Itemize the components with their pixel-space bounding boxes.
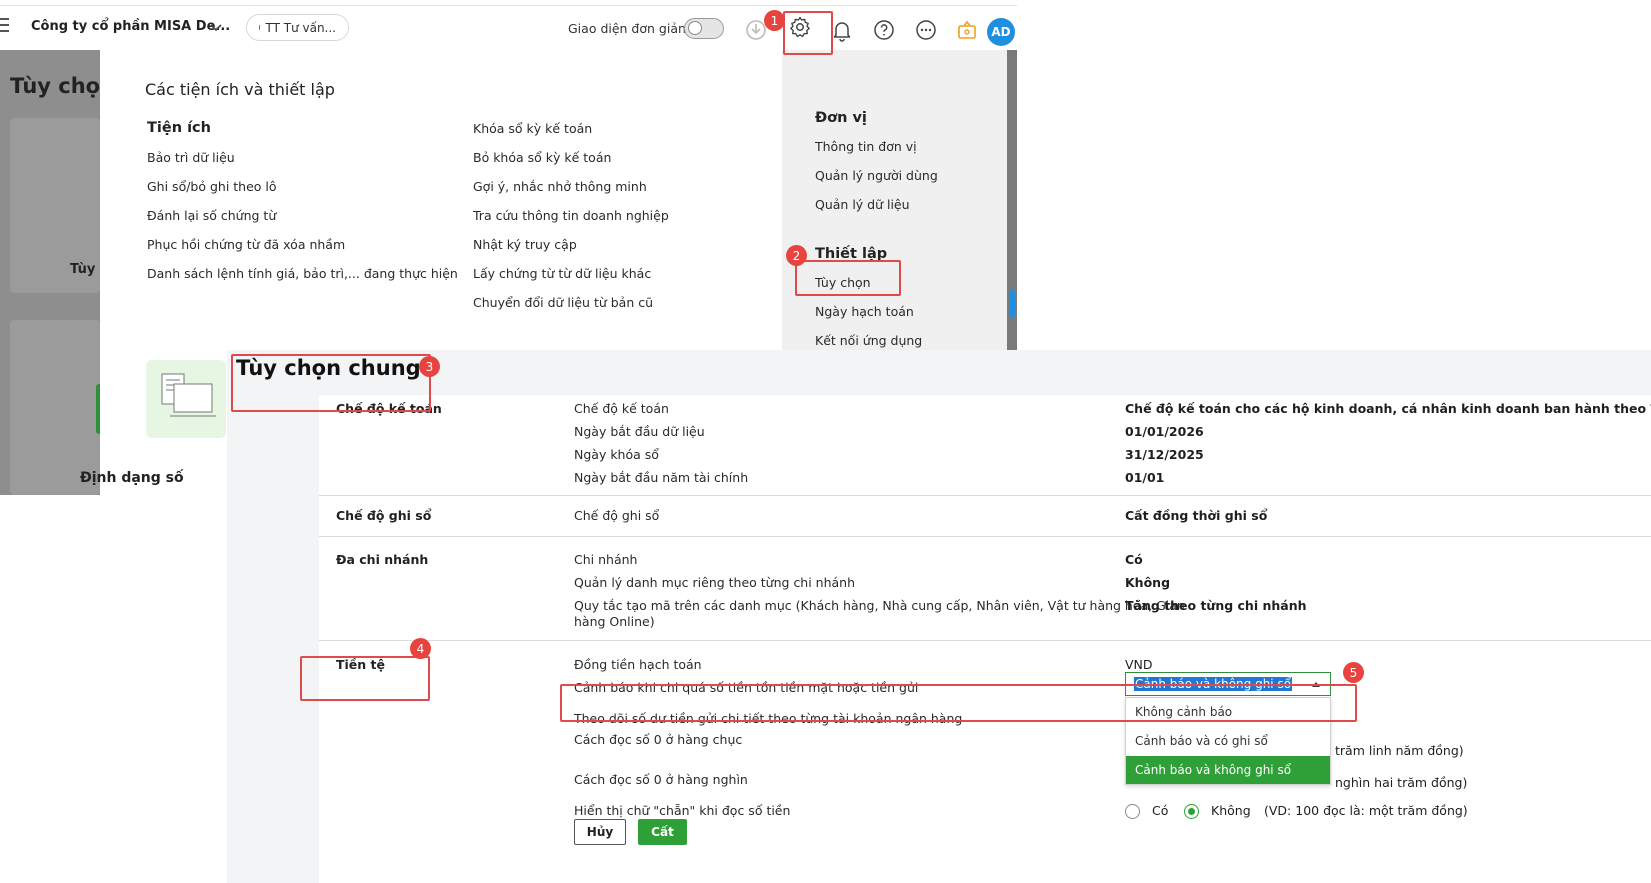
option-hint: trăm linh năm đồng) [1335,743,1464,758]
select-value: Cảnh báo và không ghi sổ [1134,677,1293,691]
option-hint: (VD: 100 đọc là: một trăm đồng) [1264,803,1468,818]
divider [319,495,1651,496]
cash-warning-select[interactable]: Cảnh báo và không ghi sổ [1125,672,1331,696]
utilities-heading: Tiện ích [147,120,211,136]
page-title: Tùy chọn chung [236,356,421,380]
settings-side-panel: Đơn vị Thông tin đơn vị Quản lý người dù… [782,50,1007,350]
chevron-down-icon[interactable] [208,19,224,35]
option-name: Cách đọc số 0 ở hàng nghìn [574,772,748,787]
option-name: Đồng tiền hạch toán [574,657,702,672]
option-name: Chế độ ghi sổ [574,508,660,523]
menu-link[interactable]: Khóa sổ kỳ kế toán [473,121,592,136]
menu-link[interactable]: Bỏ khóa sổ kỳ kế toán [473,150,611,165]
radio-label: Có [1152,803,1169,818]
radio-no[interactable] [1184,804,1199,819]
simple-ui-label: Giao diện đơn giản [568,21,686,36]
option-name: Chế độ kế toán [574,401,669,416]
step-badge: 5 [1343,662,1364,683]
divider [319,640,1651,641]
option-value: Chế độ kế toán cho các hộ kinh doanh, cá… [1125,401,1651,416]
menu-link[interactable]: Đánh lại số chứng từ [147,208,276,223]
section-label: Đa chi nhánh [336,552,429,567]
simple-ui-toggle[interactable] [684,18,724,39]
option-value: Tăng theo từng chi nhánh [1125,598,1307,613]
step-badge: 3 [419,356,440,377]
menu-link[interactable]: Quản lý người dùng [815,168,938,183]
option-name: Hiển thị chữ "chẵn" khi đọc số tiền [574,803,791,818]
cancel-button[interactable]: Hủy [574,819,626,845]
option-value: VND [1125,657,1153,672]
option-name: Quy tắc tạo mã trên các danh mục (Khách … [574,598,1185,613]
menu-link[interactable]: Kết nối ứng dụng [815,333,922,348]
menu-link[interactable]: Bảo trì dữ liệu [147,150,235,165]
composite-screenshot: Tùy chọn Tùy Công ty cổ phần MISA De... … [0,0,1651,883]
unit-heading: Đơn vị [815,110,867,126]
dropdown-option[interactable]: Cảnh báo và có ghi sổ [1126,727,1330,755]
radio-yes[interactable] [1125,804,1140,819]
divider [319,536,1651,537]
menu-title: Các tiện ích và thiết lập [145,80,335,99]
option-value: 01/01/2026 [1125,424,1204,439]
menu-link[interactable]: Tra cứu thông tin doanh nghiệp [473,208,669,223]
help-icon[interactable] [872,18,896,42]
general-options-screenshot: Tùy chọn chung Chế độ kế toán Chế độ kế … [227,350,1651,883]
dropdown-option-selected[interactable]: Cảnh báo và không ghi sổ [1126,756,1330,784]
dropdown-option[interactable]: Không cảnh báo [1126,698,1330,726]
option-name: Theo dõi số dư tiền gửi chi tiết theo từ… [574,711,963,726]
company-name[interactable]: Công ty cổ phần MISA De... [31,19,230,34]
menu-link[interactable]: Quản lý dữ liệu [815,197,910,212]
option-name: Quản lý danh mục riêng theo từng chi nhá… [574,575,856,590]
option-name: Ngày bắt đầu dữ liệu [574,424,705,439]
step-badge: 2 [786,245,807,266]
caret-up-icon [1312,682,1320,687]
branch-label: TT Tư vấn... [265,20,336,35]
step-badge: 1 [764,10,785,31]
option-value: 31/12/2025 [1125,447,1204,462]
background-card [10,320,100,495]
menu-link[interactable]: Ghi sổ/bỏ ghi theo lô [147,179,277,194]
settings-heading: Thiết lập [815,246,888,262]
menu-link[interactable]: Gợi ý, nhắc nhở thông minh [473,179,647,194]
menu-link[interactable]: Ngày hạch toán [815,304,914,319]
more-icon[interactable] [914,18,938,42]
background-card-label: Tùy [70,262,96,277]
step-badge: 4 [410,638,431,659]
save-button[interactable]: Cất [638,819,687,845]
menu-link[interactable]: Nhật ký truy cập [473,237,577,252]
branch-selector[interactable]: TT Tư vấn... [246,14,349,41]
option-name: Chi nhánh [574,552,638,567]
top-bar: Công ty cổ phần MISA De... TT Tư vấn... … [0,5,1017,50]
option-name: Ngày bắt đầu năm tài chính [574,470,749,485]
radio-label: Không [1211,803,1251,818]
option-value: Có [1125,552,1143,567]
bell-icon[interactable] [830,18,854,42]
cash-warning-dropdown: Không cảnh báo Cảnh báo và có ghi sổ Cản… [1125,697,1331,785]
menu-link[interactable]: Lấy chứng từ từ dữ liệu khác [473,266,651,281]
avatar[interactable]: AD [987,18,1015,46]
section-label: Chế độ ghi sổ [336,508,432,523]
hamburger-icon[interactable] [0,18,10,36]
section-label: Chế độ kế toán [336,401,442,416]
background-card-label: Định dạng số [80,470,184,486]
option-name: hàng Online) [574,614,655,629]
scrollbar-thumb[interactable] [1010,290,1015,318]
menu-link[interactable]: Danh sách lệnh tính giá, bảo trì,... đan… [147,266,458,281]
options-card: Chế độ kế toán Chế độ kế toán Chế độ kế … [319,395,1651,883]
option-name: Cảnh báo khi chi quá số tiền tồn tiền mặ… [574,680,919,695]
announcement-icon[interactable] [955,18,979,42]
option-value: 01/01 [1125,470,1165,485]
gear-icon[interactable] [788,15,812,39]
option-value: Cất đồng thời ghi sổ [1125,508,1268,523]
option-name: Cách đọc số 0 ở hàng chục [574,732,743,747]
section-label: Tiền tệ [336,657,385,672]
menu-link[interactable]: Phục hồi chứng từ đã xóa nhầm [147,237,345,252]
menu-link-options[interactable]: Tùy chọn [815,275,871,290]
menu-link[interactable]: Thông tin đơn vị [815,139,917,154]
document-illustration-icon [146,360,226,438]
menu-link[interactable]: Chuyển đổi dữ liệu từ bản cũ [473,295,653,310]
option-name: Ngày khóa sổ [574,447,659,462]
option-hint: nghìn hai trăm đồng) [1335,775,1468,790]
option-value: Không [1125,575,1171,590]
